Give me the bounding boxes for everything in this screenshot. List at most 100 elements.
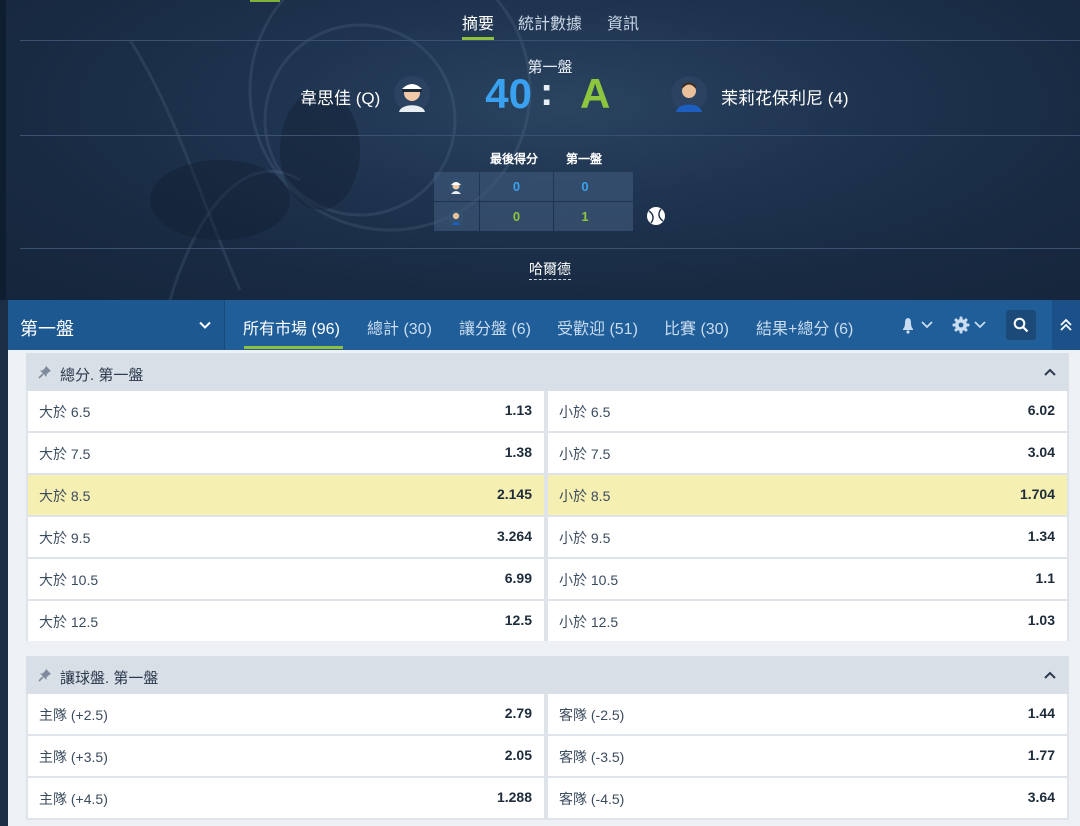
chevron-down-icon — [199, 321, 211, 329]
search-icon — [1013, 317, 1029, 333]
pin-icon[interactable] — [38, 668, 52, 682]
markets-list: 總分. 第一盤 大於 6.5 1.13 小於 6.5 6.02 大於 7.5 1… — [8, 350, 1080, 826]
scoreboard-header-set1: 第一盤 — [566, 152, 603, 166]
odds-row-highlighted: 大於 8.5 2.145 小於 8.5 1.704 — [28, 475, 1067, 515]
outcome-label: 大於 8.5 — [39, 488, 91, 504]
odds-cell-home[interactable]: 主隊 (+4.5) 1.288 — [28, 778, 544, 818]
away-player-name[interactable]: 茉莉花保利尼 (4) — [721, 84, 849, 109]
outcome-label: 大於 7.5 — [39, 446, 91, 462]
venue-label[interactable]: 哈爾德 — [529, 261, 571, 280]
chevron-up-icon[interactable] — [1043, 669, 1057, 681]
away-player-avatar[interactable] — [670, 75, 708, 113]
odds-cell-under[interactable]: 小於 9.5 1.34 — [548, 517, 1067, 557]
odds-cell-over[interactable]: 大於 12.5 12.5 — [28, 601, 544, 641]
odds-cell-under[interactable]: 小於 7.5 3.04 — [548, 433, 1067, 473]
market-totals-set1: 總分. 第一盤 大於 6.5 1.13 小於 6.5 6.02 大於 7.5 1… — [26, 353, 1069, 641]
home-player-name[interactable]: 韋思佳 (Q) — [300, 84, 380, 109]
tab-all-markets[interactable]: 所有市場 (96) — [243, 315, 340, 339]
home-player-avatar[interactable] — [393, 75, 431, 113]
tab-statistics[interactable]: 統計數據 — [518, 10, 582, 34]
bell-icon[interactable] — [898, 315, 938, 335]
match-header: 摘要 統計數據 資訊 第一盤 韋思佳 (Q) 40 : A 茉莉花保利尼 (4)… — [0, 0, 1080, 300]
header-divider-3 — [20, 248, 1080, 249]
odds-row: 大於 6.5 1.13 小於 6.5 6.02 — [28, 391, 1067, 431]
odds-cell-home[interactable]: 主隊 (+2.5) 2.79 — [28, 694, 544, 734]
odds-cell-away[interactable]: 客隊 (-4.5) 3.64 — [548, 778, 1067, 818]
scoreboard-home-avatar-cell — [434, 172, 479, 201]
outcome-label: 小於 8.5 — [559, 488, 611, 504]
odds-value: 6.02 — [1027, 402, 1055, 418]
outcome-label: 客隊 (-3.5) — [559, 749, 625, 765]
odds-cell-away[interactable]: 客隊 (-3.5) 1.77 — [548, 736, 1067, 776]
outcome-label: 主隊 (+2.5) — [39, 707, 108, 723]
odds-cell-under[interactable]: 小於 10.5 1.1 — [548, 559, 1067, 599]
outcome-label: 大於 6.5 — [39, 404, 91, 420]
outcome-label: 小於 12.5 — [559, 614, 619, 630]
markets-nav: 第一盤 所有市場 (96) 總計 (30) 讓分盤 (6) 受歡迎 (51) 比… — [8, 300, 1080, 350]
tab-summary[interactable]: 摘要 — [462, 10, 494, 34]
outcome-label: 大於 9.5 — [39, 530, 91, 546]
left-edge-strip — [0, 0, 6, 300]
serving-ball-icon — [647, 207, 665, 225]
chevron-up-icon[interactable] — [1043, 366, 1057, 378]
market-header[interactable]: 讓球盤. 第一盤 — [26, 656, 1069, 694]
header-divider-2 — [20, 135, 1080, 136]
odds-cell-over[interactable]: 大於 9.5 3.264 — [28, 517, 544, 557]
tab-handicap[interactable]: 讓分盤 (6) — [459, 315, 531, 339]
tab-match[interactable]: 比賽 (30) — [664, 315, 729, 339]
away-game-score: A — [580, 70, 611, 117]
tab-result-total[interactable]: 結果+總分 (6) — [756, 315, 853, 339]
header-divider — [20, 40, 1080, 41]
away-set1-games: 1 — [581, 209, 589, 224]
odds-cell-under[interactable]: 小於 12.5 1.03 — [548, 601, 1067, 641]
scoreboard-home-set1-cell: 0 — [554, 172, 633, 201]
odds-value: 2.145 — [496, 486, 532, 502]
odds-value: 1.03 — [1027, 612, 1055, 628]
odds-cell-under[interactable]: 小於 8.5 1.704 — [548, 475, 1067, 515]
odds-cell-over[interactable]: 大於 6.5 1.13 — [28, 391, 544, 431]
outcome-label: 主隊 (+3.5) — [39, 749, 108, 765]
gear-icon[interactable] — [951, 315, 991, 335]
tab-totals[interactable]: 總計 (30) — [367, 315, 432, 339]
home-set1-games: 0 — [581, 179, 589, 194]
period-select[interactable]: 第一盤 — [8, 300, 225, 350]
pin-icon[interactable] — [38, 365, 52, 379]
tab-info[interactable]: 資訊 — [607, 10, 639, 34]
odds-row: 主隊 (+2.5) 2.79 客隊 (-2.5) 1.44 — [28, 694, 1067, 734]
scoreboard-header-last-points: 最後得分 — [490, 152, 539, 166]
venue-link[interactable]: 哈爾德 — [500, 259, 600, 280]
odds-value: 3.264 — [496, 528, 532, 544]
odds-value: 1.13 — [504, 402, 532, 418]
header-tabs: 摘要 統計數據 資訊 — [0, 0, 1080, 40]
odds-cell-home[interactable]: 主隊 (+3.5) 2.05 — [28, 736, 544, 776]
odds-value: 3.04 — [1027, 444, 1055, 460]
odds-cell-over[interactable]: 大於 7.5 1.38 — [28, 433, 544, 473]
outcome-label: 大於 12.5 — [39, 614, 99, 630]
score-separator: : — [540, 70, 554, 114]
odds-value: 2.79 — [504, 705, 532, 721]
tab-popular[interactable]: 受歡迎 (51) — [557, 315, 638, 339]
odds-value: 2.05 — [504, 747, 532, 763]
odds-value: 6.99 — [504, 570, 532, 586]
market-handicap-set1: 讓球盤. 第一盤 主隊 (+2.5) 2.79 客隊 (-2.5) 1.44 主… — [26, 656, 1069, 820]
collapse-header-button[interactable] — [1052, 300, 1080, 350]
market-title: 讓球盤. 第一盤 — [60, 670, 159, 687]
odds-value: 1.77 — [1027, 747, 1055, 763]
odds-cell-away[interactable]: 客隊 (-2.5) 1.44 — [548, 694, 1067, 734]
odds-value: 1.38 — [504, 444, 532, 460]
odds-row: 大於 9.5 3.264 小於 9.5 1.34 — [28, 517, 1067, 557]
odds-cell-under[interactable]: 小於 6.5 6.02 — [548, 391, 1067, 431]
odds-cell-over[interactable]: 大於 10.5 6.99 — [28, 559, 544, 599]
scoreboard-away-last-points-cell: 0 — [480, 202, 553, 231]
search-button[interactable] — [1006, 310, 1036, 340]
outcome-label: 小於 9.5 — [559, 530, 611, 546]
odds-value: 12.5 — [504, 612, 532, 628]
background-player-art — [128, 0, 532, 300]
outcome-label: 客隊 (-4.5) — [559, 791, 625, 807]
odds-value: 1.44 — [1027, 705, 1055, 721]
home-last-points: 0 — [512, 179, 521, 194]
odds-value: 1.288 — [496, 789, 532, 805]
odds-cell-over[interactable]: 大於 8.5 2.145 — [28, 475, 544, 515]
market-header[interactable]: 總分. 第一盤 — [26, 353, 1069, 391]
outcome-label: 大於 10.5 — [39, 572, 99, 588]
